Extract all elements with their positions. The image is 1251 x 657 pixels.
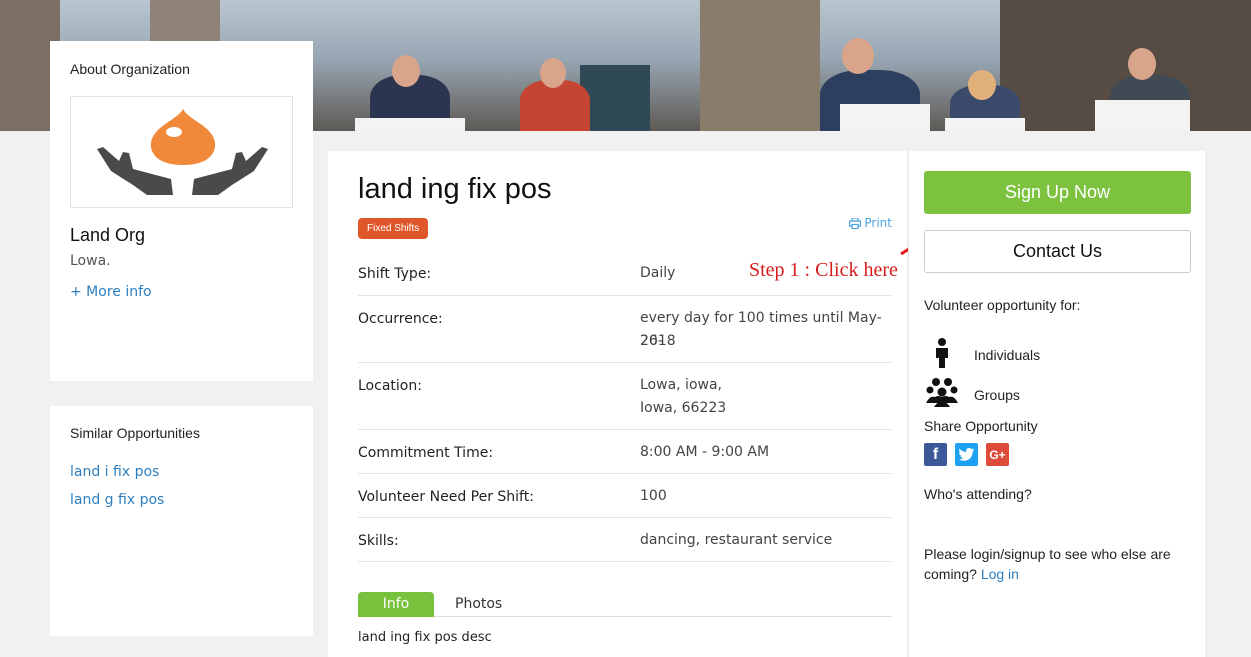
detail-value: 8:00 AM - 9:00 AM: [640, 444, 770, 460]
volunteer-for-label: Volunteer opportunity for:: [924, 297, 1081, 313]
similar-opportunities-card: Similar Opportunities land i fix pos lan…: [50, 406, 313, 636]
detail-value: 100: [640, 488, 667, 504]
detail-label: Commitment Time:: [358, 445, 494, 461]
facebook-share-button[interactable]: f: [924, 443, 947, 466]
detail-label: Volunteer Need Per Shift:: [358, 489, 534, 505]
detail-row-volunteer-need: Volunteer Need Per Shift: 100: [358, 474, 892, 518]
more-info-link[interactable]: + More info: [70, 284, 152, 300]
shift-type-badge: Fixed Shifts: [358, 218, 429, 239]
org-logo[interactable]: [70, 96, 293, 208]
print-label: Print: [864, 216, 892, 230]
individual-icon: [936, 338, 948, 368]
detail-label: Skills:: [358, 533, 399, 549]
detail-row-occurrence: Occurrence: every day for 100 times unti…: [358, 296, 892, 363]
login-link[interactable]: Log in: [981, 566, 1019, 582]
print-link[interactable]: Print: [849, 216, 892, 230]
opportunity-details-card: land ing fix pos Fixed Shifts Print Shif…: [328, 151, 907, 657]
org-location: Lowa.: [70, 253, 111, 269]
login-prompt: Please login/signup to see who else are …: [924, 544, 1174, 584]
tab-info[interactable]: Info: [358, 592, 434, 617]
detail-value: Lowa, iowa,: [640, 377, 722, 393]
sign-up-now-button[interactable]: Sign Up Now: [924, 171, 1191, 214]
similar-opportunity-link[interactable]: land i fix pos: [70, 464, 159, 480]
similar-opportunities-title: Similar Opportunities: [70, 425, 200, 441]
detail-row-skills: Skills: dancing, restaurant service: [358, 518, 892, 562]
print-icon: [849, 217, 862, 230]
step-annotation: Step 1 : Click here: [749, 259, 898, 281]
opportunity-description: land ing fix pos desc: [358, 630, 492, 645]
twitter-share-button[interactable]: [955, 443, 978, 466]
detail-tabs: Info Photos: [358, 591, 892, 617]
contact-us-button[interactable]: Contact Us: [924, 230, 1191, 273]
signup-sidebar: Sign Up Now Contact Us Volunteer opportu…: [908, 151, 1205, 657]
tab-photos[interactable]: Photos: [455, 592, 502, 617]
detail-row-location: Location: Lowa, iowa, Iowa, 66223: [358, 363, 892, 430]
facebook-icon: f: [932, 445, 939, 463]
login-prompt-text: Please login/signup to see who else are …: [924, 546, 1171, 582]
individuals-label: Individuals: [974, 347, 1041, 363]
page-title: land ing fix pos: [358, 173, 552, 205]
detail-value: 2018: [640, 333, 676, 349]
org-name: Land Org: [70, 225, 146, 245]
google-plus-icon: G+: [989, 447, 1006, 462]
org-logo-icon: [97, 109, 268, 195]
detail-value: Iowa, 66223: [640, 400, 727, 416]
detail-label: Occurrence:: [358, 311, 443, 327]
similar-opportunity-link[interactable]: land g fix pos: [70, 492, 164, 508]
groups-label: Groups: [974, 387, 1020, 403]
detail-label: Shift Type:: [358, 266, 432, 282]
share-opportunity-label: Share Opportunity: [924, 418, 1038, 434]
detail-label: Location:: [358, 378, 422, 394]
detail-row-commitment-time: Commitment Time: 8:00 AM - 9:00 AM: [358, 430, 892, 474]
google-plus-share-button[interactable]: G+: [986, 443, 1009, 466]
detail-value: dancing, restaurant service: [640, 532, 833, 548]
about-organization-title: About Organization: [70, 61, 190, 77]
group-icon: [926, 378, 958, 407]
whos-attending-label: Who's attending?: [924, 486, 1032, 502]
about-organization-card: About Organization Land Org Lowa. + More…: [50, 41, 313, 381]
twitter-icon: [959, 448, 974, 461]
